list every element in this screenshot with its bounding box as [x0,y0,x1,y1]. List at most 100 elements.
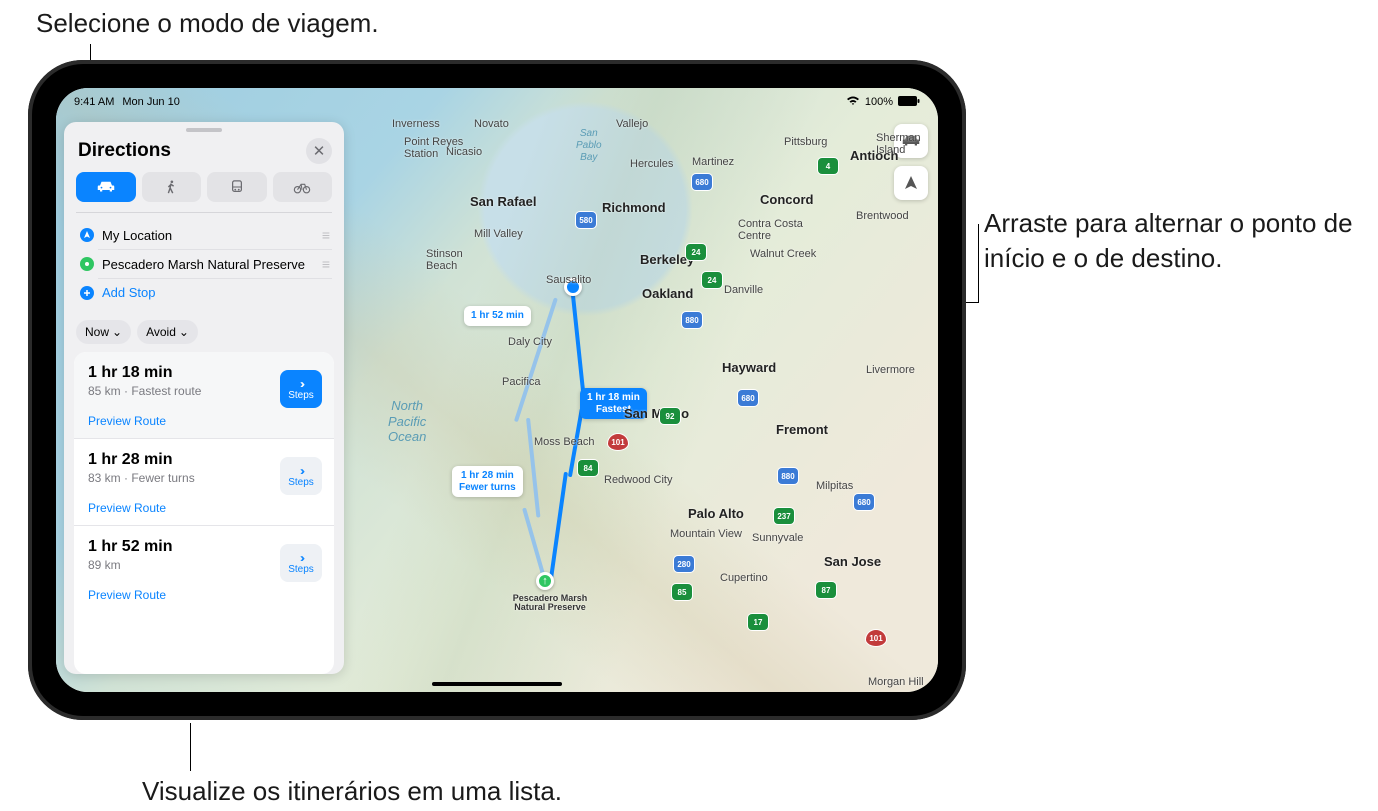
home-indicator [432,682,562,686]
highway-shield: 84 [578,460,598,476]
city-label: Nicasio [446,146,482,158]
bay-label: San Pablo Bay [576,128,602,164]
city-label: Brentwood [856,210,909,222]
city-label: Mountain View [670,528,742,540]
city-label: Vallejo [616,118,648,130]
status-date: Mon Jun 10 [122,96,179,108]
ipad-device-frame: 9:41 AM Mon Jun 10 100% Directions ✕ [28,60,966,720]
callout-line [978,224,979,303]
city-label: Concord [760,192,813,207]
steps-button[interactable]: ›› Steps [280,457,322,495]
mode-transit-tab[interactable] [207,172,267,202]
highway-shield: 680 [692,174,712,190]
steps-label: Steps [288,477,314,488]
bike-icon [293,180,311,194]
city-label: Palo Alto [688,506,744,521]
now-chip[interactable]: Now ⌄ [76,320,131,344]
route-badge[interactable]: 1 hr 28 min Fewer turns [452,466,523,497]
city-label: Moss Beach [534,436,595,448]
route-option[interactable]: 1 hr 28 min 83 km · Fewer turns Preview … [74,439,334,526]
city-label: Mill Valley [474,228,523,240]
city-label: Sunnyvale [752,532,803,544]
preview-route-link[interactable]: Preview Route [88,414,320,428]
city-label: Redwood City [604,474,672,486]
preview-route-link[interactable]: Preview Route [88,588,320,602]
drag-handle-icon[interactable] [186,128,222,132]
chevron-right-double-icon: ›› [300,378,302,390]
highway-shield: 24 [686,244,706,260]
callout-drag-swap: Arraste para alternar o ponto de início … [984,206,1364,276]
status-bar: 9:41 AM Mon Jun 10 100% [56,92,938,112]
add-stop-button[interactable]: Add Stop [76,279,332,306]
plus-icon [80,286,94,300]
city-label: Cupertino [720,572,768,584]
steps-button[interactable]: ›› Steps [280,544,322,582]
city-label: Sausalito [546,274,591,286]
city-label: Pittsburg [784,136,827,148]
close-icon: ✕ [313,142,326,160]
location-icon [80,228,94,242]
walk-icon [162,180,180,194]
mode-cycle-tab[interactable] [273,172,333,202]
add-stop-label: Add Stop [102,285,156,300]
transit-icon [228,180,246,194]
steps-label: Steps [288,564,314,575]
directions-panel: Directions ✕ [64,122,344,674]
city-label: Novato [474,118,509,130]
locate-me-button[interactable] [894,166,928,200]
city-label: Hercules [630,158,673,170]
stop-start-row[interactable]: My Location ≡ [76,221,332,249]
highway-shield: 4 [818,158,838,174]
route-option[interactable]: 1 hr 18 min 85 km · Fastest route Previe… [74,352,334,439]
city-label: San Jose [824,554,881,569]
stop-end-row[interactable]: Pescadero Marsh Natural Preserve ≡ [76,250,332,278]
reorder-handle-icon[interactable]: ≡ [322,256,328,272]
highway-shield: 92 [660,408,680,424]
highway-shield: 880 [778,468,798,484]
city-label: Daly City [508,336,552,348]
close-button[interactable]: ✕ [306,138,332,164]
locate-icon [903,175,919,191]
chevron-down-icon: ⌄ [179,325,189,339]
mode-walk-tab[interactable] [142,172,202,202]
city-label: Morgan Hill [868,676,924,688]
mode-drive-tab[interactable] [76,172,136,202]
city-label: Martinez [692,156,734,168]
avoid-chip-label: Avoid [146,325,176,339]
city-label: Milpitas [816,480,853,492]
travel-mode-tabs [64,172,344,212]
city-label: Oakland [642,286,693,301]
highway-shield: 680 [854,494,874,510]
highway-shield: 580 [576,212,596,228]
avoid-chip[interactable]: Avoid ⌄ [137,320,198,344]
reorder-handle-icon[interactable]: ≡ [322,227,328,243]
destination-icon [80,257,94,271]
preview-route-link[interactable]: Preview Route [88,501,320,515]
destination-pin[interactable]: ↑ [536,572,554,590]
highway-shield: 101 [866,630,886,646]
highway-shield: 17 [748,614,768,630]
wifi-icon [846,96,860,109]
chevron-right-double-icon: ›› [300,552,302,564]
ocean-label: North Pacific Ocean [388,398,426,445]
city-label: Hayward [722,360,776,375]
highway-shield: 680 [738,390,758,406]
city-label: Livermore [866,364,915,376]
city-label: Sherman Island [876,132,921,156]
city-label: Stinson Beach [426,248,463,272]
destination-pin-label: Pescadero Marsh Natural Preserve [510,594,590,613]
highway-shield: 237 [774,508,794,524]
ipad-screen: 9:41 AM Mon Jun 10 100% Directions ✕ [56,88,938,692]
steps-button[interactable]: ›› Steps [280,370,322,408]
chevron-right-double-icon: ›› [300,465,302,477]
route-badge[interactable]: 1 hr 52 min [464,306,531,326]
callout-line [190,723,191,771]
car-icon [97,180,115,194]
route-filters: Now ⌄ Avoid ⌄ [64,312,344,352]
city-label: Richmond [602,200,666,215]
highway-shield: 24 [702,272,722,288]
city-label: Walnut Creek [750,248,816,260]
route-option[interactable]: 1 hr 52 min 89 km Preview Route ›› Steps [74,526,334,612]
routes-list: 1 hr 18 min 85 km · Fastest route Previe… [74,352,334,674]
stops-list: My Location ≡ Pescadero Marsh Natural Pr… [76,212,332,312]
